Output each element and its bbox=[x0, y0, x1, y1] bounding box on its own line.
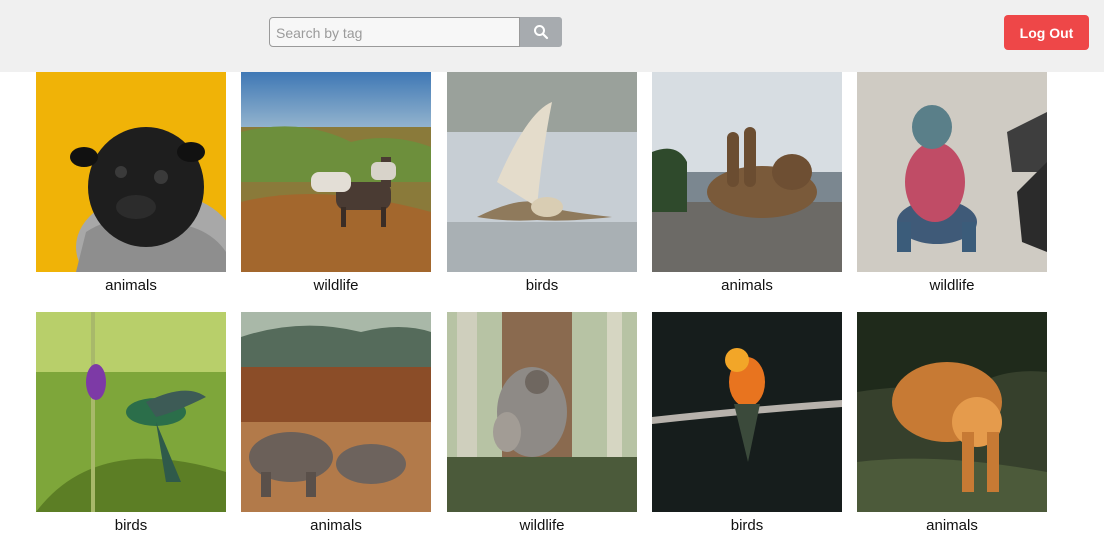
search-input[interactable] bbox=[269, 17, 520, 47]
gallery-card-bear[interactable]: animals bbox=[652, 72, 842, 295]
gallery-tag: birds bbox=[525, 277, 559, 294]
gallery-tag: wildlife bbox=[519, 517, 565, 534]
gallery-card-parrot[interactable]: birds bbox=[652, 312, 842, 535]
logout-button[interactable]: Log Out bbox=[1004, 15, 1089, 50]
gallery-card-hummingbird[interactable]: birds bbox=[36, 312, 226, 535]
top-bar: Log Out bbox=[0, 0, 1104, 72]
gallery-card-iguana[interactable]: wildlife bbox=[857, 72, 1047, 295]
reindeer-photo[interactable] bbox=[241, 72, 431, 272]
gallery-tag: wildlife bbox=[313, 277, 359, 294]
search-icon bbox=[534, 25, 549, 40]
gallery-card-tiger[interactable]: animals bbox=[857, 312, 1047, 535]
gallery-tag: animals bbox=[721, 277, 773, 294]
hummingbird-photo[interactable] bbox=[36, 312, 226, 512]
gallery-card-pug[interactable]: animals bbox=[36, 72, 226, 295]
gallery-tag: birds bbox=[730, 517, 764, 534]
owl-photo[interactable] bbox=[447, 72, 637, 272]
search-button[interactable] bbox=[520, 17, 562, 47]
gallery-tag: animals bbox=[310, 517, 362, 534]
gallery-tag: animals bbox=[105, 277, 157, 294]
parrot-photo[interactable] bbox=[652, 312, 842, 512]
gallery-card-reindeer[interactable]: wildlife bbox=[241, 72, 431, 295]
gallery-tag: birds bbox=[114, 517, 148, 534]
gallery-tag: animals bbox=[926, 517, 978, 534]
iguana-photo[interactable] bbox=[857, 72, 1047, 272]
tiger-photo[interactable] bbox=[857, 312, 1047, 512]
bear-photo[interactable] bbox=[652, 72, 842, 272]
monkeys-photo[interactable] bbox=[447, 312, 637, 512]
pug-photo[interactable] bbox=[36, 72, 226, 272]
gallery-card-rhinos[interactable]: animals bbox=[241, 312, 431, 535]
rhinos-photo[interactable] bbox=[241, 312, 431, 512]
gallery-card-owl[interactable]: birds bbox=[447, 72, 637, 295]
gallery-card-monkeys[interactable]: wildlife bbox=[447, 312, 637, 535]
gallery-tag: wildlife bbox=[929, 277, 975, 294]
